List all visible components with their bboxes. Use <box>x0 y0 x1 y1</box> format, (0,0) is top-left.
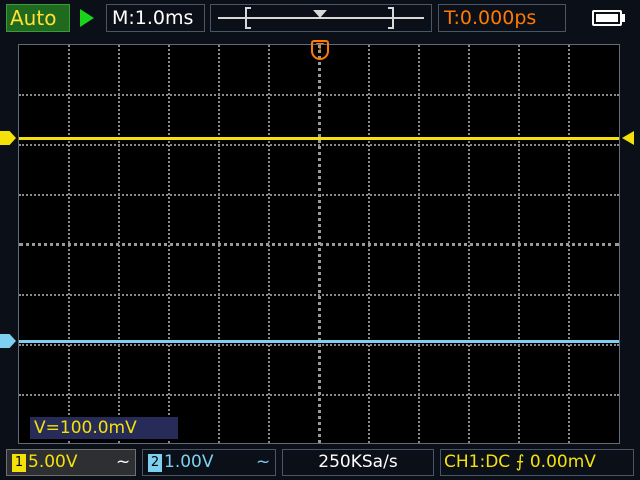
memory-window-right-bracket <box>388 7 394 29</box>
grid-horizontal <box>19 194 619 196</box>
rising-edge-icon: ⨍ <box>515 452 525 472</box>
waveform-screen[interactable] <box>18 44 620 444</box>
channel-1-volts-div: 5.00V <box>28 452 78 472</box>
memory-trigger-marker-icon <box>313 10 327 18</box>
memory-window-left-bracket <box>245 7 251 29</box>
grid-horizontal <box>19 344 619 346</box>
grid-horizontal <box>19 94 619 96</box>
timebase-label: M:1.0ms <box>112 7 194 29</box>
trigger-level-marker-icon[interactable] <box>622 131 634 145</box>
acquire-mode-label: Auto <box>10 6 57 30</box>
channel-1-coupling-icon: ~ <box>116 452 131 472</box>
trigger-settings-label: CH1:DC ⨍ 0.00mV <box>444 450 596 474</box>
grid-horizontal <box>19 394 619 396</box>
channel-1-badge: 1 <box>12 454 26 472</box>
cursor-readout: V=100.0mV <box>34 418 137 438</box>
grid-horizontal-center <box>19 243 619 246</box>
channel-2-trace <box>19 340 619 343</box>
trigger-position-glyph: T <box>316 41 324 55</box>
channel-1-offset-marker-icon[interactable] <box>0 131 16 145</box>
channel-2-offset-marker-icon[interactable] <box>0 334 16 348</box>
run-state-icon[interactable] <box>80 9 94 27</box>
channel-2-volts-div: 1.00V <box>164 452 214 472</box>
battery-terminal <box>622 14 625 22</box>
trigger-source: CH1:DC <box>444 452 511 472</box>
channel-2-coupling-icon: ~ <box>256 452 271 472</box>
battery-level <box>596 14 618 22</box>
channel-2-badge: 2 <box>148 454 162 472</box>
trigger-level-value: 0.00mV <box>529 452 596 472</box>
grid-horizontal <box>19 294 619 296</box>
grid-horizontal <box>19 144 619 146</box>
trigger-position-marker-icon[interactable]: T <box>311 40 329 62</box>
sample-rate-label: 250KSa/s <box>318 452 398 472</box>
trigger-time-label: T:0.000ps <box>444 7 537 29</box>
channel-1-trace <box>19 137 619 140</box>
